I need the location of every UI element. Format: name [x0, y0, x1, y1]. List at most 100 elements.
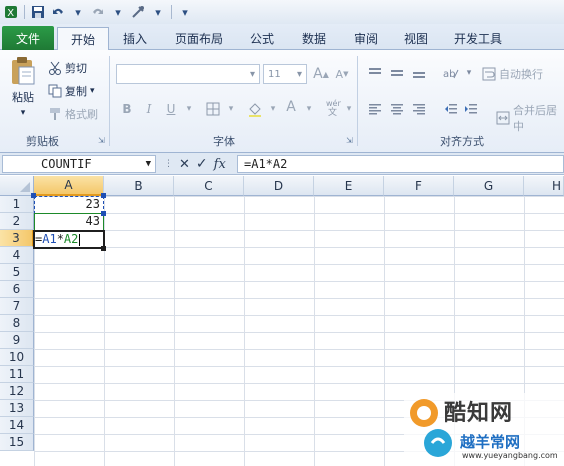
customize-qat-icon[interactable]: ▾ [178, 5, 192, 19]
shrink-font-button[interactable]: A ▼ [333, 65, 351, 83]
paste-button[interactable]: 粘贴 ▾ [6, 56, 40, 118]
column-header-h[interactable]: H [524, 176, 564, 196]
chevron-down-icon[interactable]: ▾ [180, 100, 198, 118]
chevron-down-icon[interactable]: ▾ [71, 5, 85, 19]
column-header-f[interactable]: F [384, 176, 454, 196]
row-header-15[interactable]: 15 [0, 434, 34, 451]
customize-icon[interactable] [131, 5, 145, 19]
align-bottom-button[interactable] [410, 64, 428, 82]
tab-developer[interactable]: 开发工具 [446, 27, 510, 50]
redo-icon[interactable] [91, 5, 105, 19]
row-header-8[interactable]: 8 [0, 315, 34, 332]
chevron-down-icon: ▾ [90, 86, 95, 96]
column-header-a[interactable]: A [34, 176, 104, 196]
chevron-down-icon[interactable]: ▾ [460, 64, 478, 82]
insert-function-icon[interactable]: fx [214, 157, 226, 172]
cut-button[interactable]: 剪切 [48, 60, 87, 76]
grow-font-label: A [313, 66, 323, 82]
align-top-icon [369, 68, 381, 74]
column-header-g[interactable]: G [454, 176, 524, 196]
scissors-icon [48, 61, 62, 75]
increase-indent-button[interactable] [462, 100, 480, 118]
align-top-button[interactable] [366, 64, 384, 82]
cell-a3[interactable]: =A1*A2 [35, 231, 103, 248]
paint-bucket-icon [249, 103, 261, 117]
borders-button[interactable] [204, 100, 222, 118]
watermark-brand-secondary: 越羊常网 [460, 433, 521, 451]
tab-view[interactable]: 视图 [394, 27, 438, 50]
wrap-text-button[interactable]: 自动换行 [482, 66, 543, 82]
font-color-button[interactable]: A [282, 98, 300, 116]
italic-button[interactable]: I [140, 100, 158, 118]
align-center-button[interactable] [388, 100, 406, 118]
row-header-14[interactable]: 14 [0, 417, 34, 434]
row-header-5[interactable]: 5 [0, 264, 34, 281]
merge-cells-icon [496, 111, 510, 125]
row-header-10[interactable]: 10 [0, 349, 34, 366]
chevron-down-icon: ▾ [296, 68, 302, 80]
undo-icon[interactable] [51, 5, 65, 19]
tab-home[interactable]: 开始 [57, 27, 109, 51]
row-header-2[interactable]: 2 [0, 213, 34, 230]
enter-icon[interactable]: ✓ [196, 156, 208, 172]
chevron-down-icon[interactable]: ▾ [264, 100, 282, 118]
chevron-down-icon[interactable]: ▾ [340, 100, 358, 118]
cancel-icon[interactable]: ✕ [179, 157, 190, 172]
cell-a2[interactable]: 43 [34, 213, 100, 230]
font-size-combo[interactable]: 11 ▾ [263, 64, 307, 84]
orientation-button[interactable]: ab [442, 64, 460, 82]
align-left-button[interactable] [366, 100, 384, 118]
fill-color-button[interactable] [246, 100, 264, 118]
range-handle-icon[interactable] [101, 193, 106, 198]
bold-button[interactable]: B [118, 100, 136, 118]
cell-a1[interactable]: 23 [34, 196, 100, 213]
row-header-9[interactable]: 9 [0, 332, 34, 349]
row-header-12[interactable]: 12 [0, 383, 34, 400]
font-name-combo[interactable]: ▾ [116, 64, 260, 84]
formula-operator: * [56, 232, 64, 246]
align-middle-button[interactable] [388, 64, 406, 82]
chevron-down-icon[interactable]: ▾ [151, 5, 165, 19]
copy-button[interactable]: 复制 ▾ [48, 83, 95, 99]
svg-text:wén: wén [326, 98, 341, 108]
column-header-c[interactable]: C [174, 176, 244, 196]
format-painter-button[interactable]: 格式刷 [48, 106, 98, 122]
select-all-corner[interactable] [0, 176, 34, 196]
clipboard-dialog-launcher-icon[interactable]: ⇲ [98, 136, 105, 145]
tab-file[interactable]: 文件 [2, 26, 54, 50]
row-header-11[interactable]: 11 [0, 366, 34, 383]
tab-data[interactable]: 数据 [292, 27, 336, 50]
row-header-13[interactable]: 13 [0, 400, 34, 417]
row-header-6[interactable]: 6 [0, 281, 34, 298]
row-header-4[interactable]: 4 [0, 247, 34, 264]
tab-formulas[interactable]: 公式 [240, 27, 284, 50]
column-header-e[interactable]: E [314, 176, 384, 196]
chevron-down-icon[interactable]: ▾ [111, 5, 125, 19]
range-handle-icon[interactable] [101, 211, 106, 216]
font-dialog-launcher-icon[interactable]: ⇲ [346, 136, 353, 145]
tab-page-layout[interactable]: 页面布局 [166, 27, 232, 50]
tab-review[interactable]: 审阅 [344, 27, 388, 50]
copy-label: 复制 [65, 85, 87, 98]
row-header-3[interactable]: 3 [0, 230, 34, 247]
row-header-7[interactable]: 7 [0, 298, 34, 315]
chevron-down-icon[interactable]: ▼ [146, 156, 151, 172]
tab-insert[interactable]: 插入 [112, 27, 158, 50]
format-painter-icon [48, 107, 62, 121]
save-icon[interactable] [31, 5, 45, 19]
drag-handle-icon[interactable]: ⋮ [164, 159, 173, 169]
align-right-button[interactable] [410, 100, 428, 118]
column-header-d[interactable]: D [244, 176, 314, 196]
chevron-down-icon: ▾ [20, 108, 26, 118]
grow-font-button[interactable]: A ▲ [312, 65, 330, 83]
merge-center-button[interactable]: 合并后居中 [496, 102, 564, 134]
row-header-1[interactable]: 1 [0, 196, 34, 213]
chevron-down-icon[interactable]: ▾ [222, 100, 240, 118]
column-header-b[interactable]: B [104, 176, 174, 196]
underline-button[interactable]: U [162, 100, 180, 118]
formula-input[interactable]: =A1*A2 [237, 155, 564, 173]
svg-text:文: 文 [328, 106, 337, 116]
decrease-indent-button[interactable] [442, 100, 460, 118]
chevron-down-icon[interactable]: ▾ [300, 100, 318, 118]
name-box[interactable]: COUNTIF ▼ [2, 155, 156, 173]
